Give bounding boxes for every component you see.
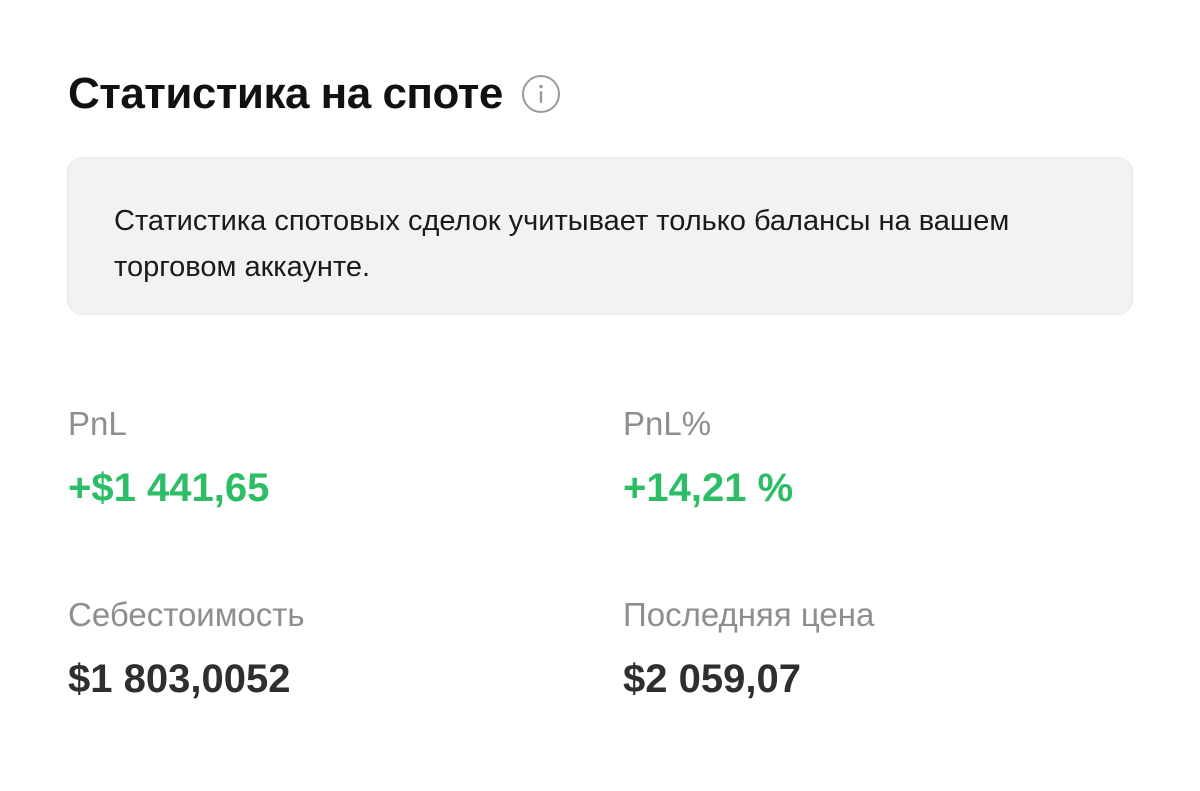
- stat-pnl-label: PnL: [68, 405, 127, 442]
- stat-pnl-percent-label: PnL%: [623, 405, 712, 442]
- stat-pnl-percent: PnL% +14,21 %: [623, 404, 793, 512]
- notice-text: Статистика спотовых сделок учитывает тол…: [114, 205, 1010, 283]
- stat-cost-basis-label: Себестоимость: [68, 596, 305, 633]
- stat-cost-basis: Себестоимость $1 803,0052: [68, 595, 305, 703]
- stat-last-price: Последняя цена $2 059,07: [623, 595, 874, 703]
- stat-pnl: PnL +$1 441,65: [68, 404, 269, 512]
- stat-last-price-value: $2 059,07: [623, 657, 801, 701]
- stat-cost-basis-value: $1 803,0052: [68, 657, 291, 701]
- info-icon[interactable]: [521, 74, 561, 114]
- stat-pnl-percent-value: +14,21 %: [623, 466, 794, 510]
- section-header: Статистика на споте: [68, 66, 561, 122]
- page-title: Статистика на споте: [68, 69, 503, 118]
- stat-last-price-label: Последняя цена: [623, 596, 875, 633]
- stat-pnl-value: +$1 441,65: [68, 466, 270, 510]
- info-notice: Статистика спотовых сделок учитывает тол…: [67, 157, 1133, 315]
